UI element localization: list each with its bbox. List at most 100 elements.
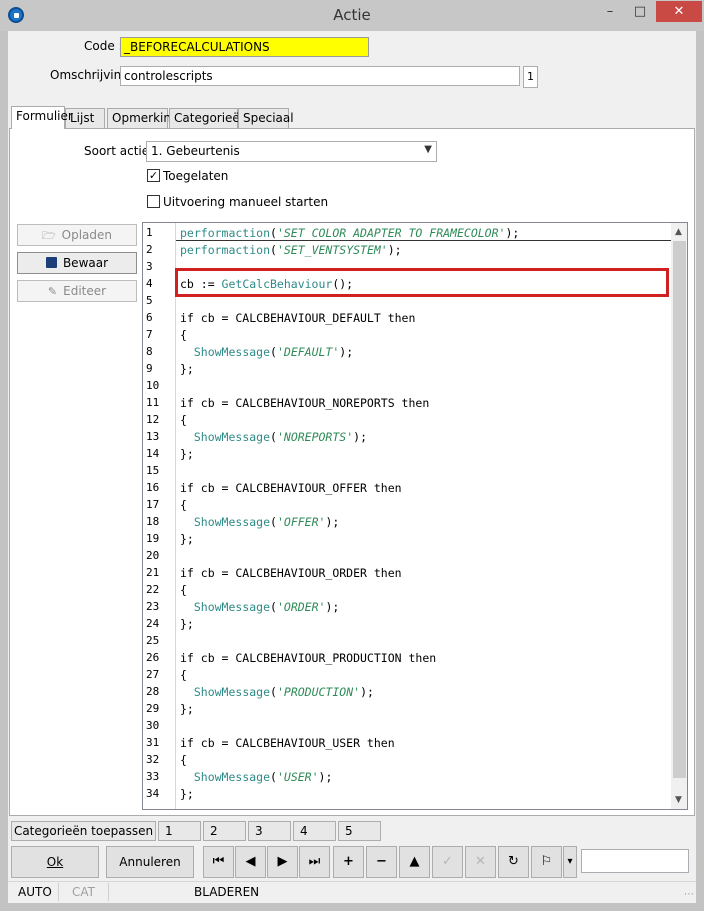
code-line[interactable]: if cb = CALCBEHAVIOUR_USER then	[180, 736, 395, 750]
code-line[interactable]: {	[180, 668, 187, 682]
code-line[interactable]: {	[180, 753, 187, 767]
line-number: 30	[146, 719, 160, 732]
code-label: Code :	[84, 39, 123, 53]
find-dropdown-icon[interactable]: ▾	[563, 846, 577, 878]
ok-button[interactable]: Ok	[11, 846, 99, 878]
chevron-down-icon: ▼	[424, 144, 432, 155]
line-number: 6	[146, 311, 153, 324]
code-line[interactable]: performaction('SET_VENTSYSTEM');	[180, 243, 402, 257]
code-line[interactable]: };	[180, 702, 194, 716]
line-number: 20	[146, 549, 160, 562]
line-number: 17	[146, 498, 160, 511]
tab-categorieen[interactable]: Categorieën	[169, 108, 247, 128]
categorieen-toepassen-button[interactable]: Categorieën toepassen	[11, 821, 156, 841]
opladen-label: Opladen	[61, 228, 112, 242]
line-number: 4	[146, 277, 153, 290]
cancel-edit-icon[interactable]: ✕	[465, 846, 496, 878]
code-line[interactable]: {	[180, 413, 187, 427]
description-field[interactable]: controlescripts	[120, 66, 520, 86]
page-button-5[interactable]: 5	[338, 821, 381, 841]
line-number: 1	[146, 226, 153, 239]
line-number: 14	[146, 447, 160, 460]
page-button-3[interactable]: 3	[248, 821, 291, 841]
code-line[interactable]: {	[180, 583, 187, 597]
code-line[interactable]: {	[180, 328, 187, 342]
line-number: 11	[146, 396, 160, 409]
resize-grip-icon[interactable]: ⋯	[684, 889, 694, 900]
scroll-up-icon[interactable]: ▲	[675, 227, 682, 237]
close-button[interactable]: ✕	[656, 1, 702, 22]
page-button-4[interactable]: 4	[293, 821, 336, 841]
code-line[interactable]: if cb = CALCBEHAVIOUR_ORDER then	[180, 566, 402, 580]
editeer-button[interactable]: ✎ Editeer	[17, 280, 137, 302]
code-line[interactable]: ShowMessage('DEFAULT');	[180, 345, 353, 359]
tab-formulier[interactable]: Formulier	[11, 106, 73, 129]
line-number: 34	[146, 787, 160, 800]
status-divider	[108, 883, 109, 901]
binoculars-icon[interactable]: ⚐	[531, 846, 562, 878]
code-line[interactable]: };	[180, 447, 194, 461]
line-number: 21	[146, 566, 160, 579]
line-number-gutter: 1 2 3 4 5 6 7 8 9 10 11 12 13 14 15 16 17 18 19 20 21 22 23 24 2…	[143, 223, 176, 809]
line-number: 12	[146, 413, 160, 426]
manueel-starten-checkbox[interactable]	[147, 195, 160, 208]
page-button-1[interactable]: 1	[158, 821, 201, 841]
code-line[interactable]: performaction('SET COLOR ADAPTER TO FRAM…	[180, 226, 519, 240]
tab-speciaal[interactable]: Speciaal	[238, 108, 294, 128]
scrollbar-thumb[interactable]	[673, 241, 686, 778]
code-line[interactable]: };	[180, 532, 194, 546]
code-line[interactable]: ShowMessage('USER');	[180, 770, 333, 784]
save-icon	[45, 257, 57, 268]
folder-icon: 🗁	[42, 229, 56, 242]
bewaar-button[interactable]: Bewaar	[17, 252, 137, 274]
toegelaten-checkbox[interactable]: ✓	[147, 169, 160, 182]
maximize-button[interactable]: □	[625, 1, 655, 22]
code-line[interactable]: {	[180, 498, 187, 512]
annuleren-button[interactable]: Annuleren	[106, 846, 194, 878]
line-number: 9	[146, 362, 153, 375]
opladen-button[interactable]: 🗁 Opladen	[17, 224, 137, 246]
add-record-icon[interactable]: +	[333, 846, 364, 878]
next-record-icon[interactable]: ▶	[267, 846, 298, 878]
line-number: 25	[146, 634, 160, 647]
vertical-scrollbar[interactable]: ▲ ▼	[671, 223, 687, 809]
delete-record-icon[interactable]: −	[366, 846, 397, 878]
code-line[interactable]: };	[180, 787, 194, 801]
tab-opmerking[interactable]: Opmerking	[107, 108, 179, 128]
previous-record-icon[interactable]: ◀	[235, 846, 266, 878]
edit-record-icon[interactable]: ▲	[399, 846, 430, 878]
script-editor[interactable]: 1 2 3 4 5 6 7 8 9 10 11 12 13 14 15 16 17 18 19 20 21 22 23 24 2…	[142, 222, 688, 810]
code-line[interactable]: if cb = CALCBEHAVIOUR_PRODUCTION then	[180, 651, 436, 665]
code-line[interactable]: ShowMessage('PRODUCTION');	[180, 685, 374, 699]
line-number: 28	[146, 685, 160, 698]
code-line[interactable]: };	[180, 362, 194, 376]
refresh-icon[interactable]: ↻	[498, 846, 529, 878]
description-counter: 1	[523, 66, 538, 88]
status-bladeren: BLADEREN	[194, 885, 260, 899]
code-field[interactable]: _BEFORECALCULATIONS	[120, 37, 369, 57]
code-line[interactable]: if cb = CALCBEHAVIOUR_DEFAULT then	[180, 311, 415, 325]
minimize-button[interactable]: –	[595, 1, 625, 22]
code-line[interactable]: ShowMessage('NOREPORTS');	[180, 430, 367, 444]
code-line[interactable]: if cb = CALCBEHAVIOUR_NOREPORTS then	[180, 396, 429, 410]
post-edit-icon[interactable]: ✓	[432, 846, 463, 878]
code-line[interactable]: ShowMessage('ORDER');	[180, 600, 339, 614]
scroll-down-icon[interactable]: ▼	[675, 795, 682, 805]
line-number: 10	[146, 379, 160, 392]
search-input[interactable]	[581, 849, 689, 873]
line-number: 16	[146, 481, 160, 494]
code-line[interactable]: ShowMessage('OFFER');	[180, 515, 339, 529]
first-record-icon[interactable]: ⏮	[203, 846, 234, 878]
status-bar	[8, 881, 696, 903]
last-record-icon[interactable]: ⏭	[299, 846, 330, 878]
code-line[interactable]: if cb = CALCBEHAVIOUR_OFFER then	[180, 481, 402, 495]
title-bar[interactable]: Actie – □ ✕	[0, 0, 704, 31]
code-line[interactable]: };	[180, 617, 194, 631]
edit-icon: ✎	[47, 285, 58, 298]
app-window: Actie – □ ✕ Code : _BEFORECALCULATIONS O…	[0, 0, 704, 911]
line-number: 13	[146, 430, 160, 443]
highlight-annotation	[175, 268, 669, 297]
line-number: 15	[146, 464, 160, 477]
page-button-2[interactable]: 2	[203, 821, 246, 841]
soort-actie-select[interactable]: 1. Gebeurtenis ▼	[146, 141, 437, 162]
